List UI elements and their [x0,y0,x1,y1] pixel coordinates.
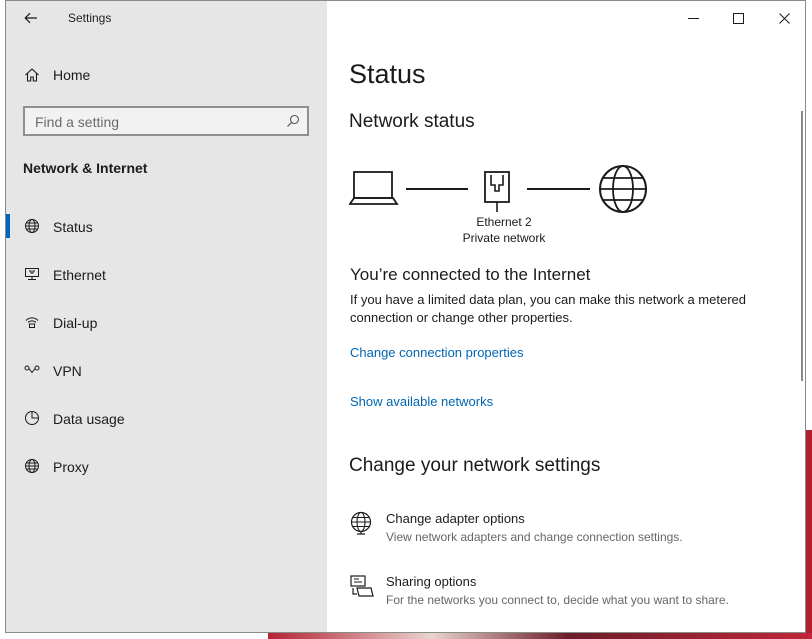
sidebar-item-label: Proxy [53,459,89,475]
connection-line-2 [527,188,590,190]
network-status-heading: Network status [349,111,475,132]
close-button[interactable] [769,7,799,29]
laptop-icon [349,171,399,205]
sidebar-item-proxy[interactable]: Proxy [6,449,327,497]
sidebar-item-ethernet[interactable]: Ethernet [6,257,327,305]
change-settings-heading: Change your network settings [349,455,601,476]
adapter-name: Ethernet 2 [476,215,532,229]
change-adapter-options[interactable]: Change adapter options View network adap… [349,511,789,551]
internet-globe-icon [599,165,647,213]
show-available-networks-link[interactable]: Show available networks [350,394,493,409]
minimize-button[interactable] [678,7,708,29]
maximize-button[interactable] [723,7,753,29]
setting-description: View network adapters and change connect… [386,530,683,544]
settings-window: Settings Home Network & Internet [5,0,806,633]
sidebar: Settings Home Network & Internet [6,1,327,632]
title-bar: Settings [6,1,327,35]
sharing-icon [350,575,374,597]
search-icon [287,114,300,127]
sidebar-item-label: VPN [53,363,82,379]
minimize-icon [687,17,699,19]
main-content: Status Network status Ethernet 2 Private… [327,1,805,632]
adapter-icon [350,511,372,535]
home-icon [24,67,40,83]
sidebar-nav: Status Ethernet Dial-up VPN Data usage P… [6,209,327,497]
sharing-options[interactable]: Sharing options For the networks you con… [349,574,789,614]
window-title: Settings [68,11,112,25]
sidebar-item-home[interactable]: Home [6,61,327,89]
active-indicator [6,214,10,238]
ethernet-icon [24,266,40,282]
back-arrow-icon [24,12,37,24]
vpn-icon [24,362,40,378]
close-icon [778,12,790,24]
setting-title: Change adapter options [386,511,525,526]
data-usage-icon [24,410,40,426]
sidebar-item-label: Dial-up [53,315,98,331]
sidebar-item-label: Home [53,67,91,83]
sidebar-item-status[interactable]: Status [6,209,327,257]
search-input[interactable] [33,112,277,132]
ethernet-adapter-icon [484,171,510,212]
scrollbar[interactable] [801,111,803,381]
dialup-icon [24,314,40,330]
sidebar-item-dial-up[interactable]: Dial-up [6,305,327,353]
maximize-icon [732,12,744,24]
network-diagram: Ethernet 2 Private network [349,165,669,246]
search-box[interactable] [23,106,309,136]
setting-description: For the networks you connect to, decide … [386,593,729,607]
change-connection-properties-link[interactable]: Change connection properties [350,345,523,360]
sidebar-item-label: Status [53,219,93,235]
connection-status-title: You’re connected to the Internet [350,265,591,284]
section-heading: Network & Internet [23,160,148,176]
connection-status-description: If you have a limited data plan, you can… [350,292,746,325]
page-title: Status [349,59,426,89]
sidebar-item-label: Ethernet [53,267,106,283]
globe-icon [24,218,40,234]
sidebar-item-data-usage[interactable]: Data usage [6,401,327,449]
globe-icon [24,458,40,474]
sidebar-item-vpn[interactable]: VPN [6,353,327,401]
sidebar-item-label: Data usage [53,411,125,427]
setting-title: Sharing options [386,574,477,589]
desktop-wallpaper-bottom [268,633,812,639]
connection-line-1 [406,188,468,190]
back-button[interactable] [19,7,43,29]
network-type: Private network [462,231,546,245]
